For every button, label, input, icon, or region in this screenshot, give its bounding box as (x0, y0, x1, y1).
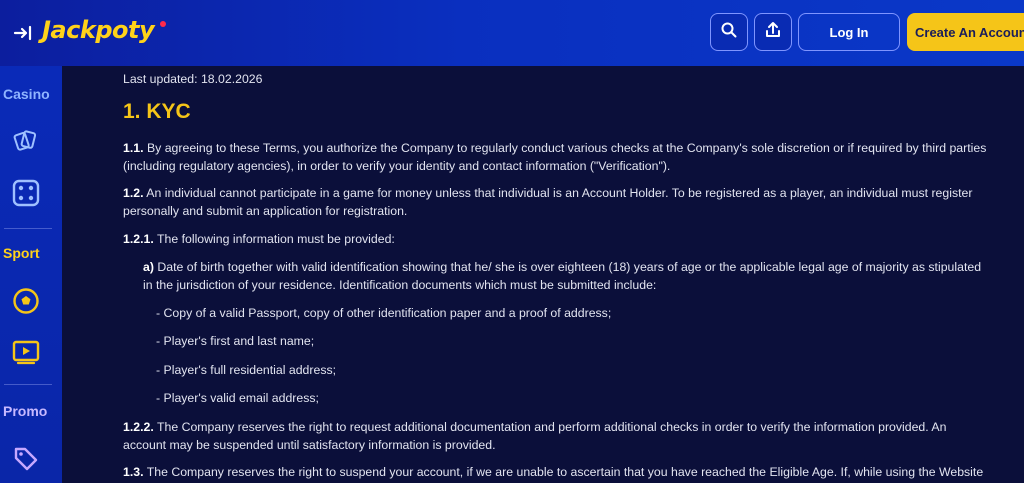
create-account-button[interactable]: Create An Account (907, 13, 1024, 51)
list-item: - Player's first and last name; (156, 334, 315, 348)
live-video-icon[interactable] (12, 338, 40, 366)
text-line: (including regulatory agencies), in orde… (123, 159, 671, 173)
paragraph-1-3: 1.3. The Company reserves the right to s… (123, 463, 1023, 481)
paragraph-1-2-1: 1.2.1. The following information must be… (123, 230, 395, 248)
list-item: - Player's full residential address; (156, 363, 337, 377)
logo-dot-icon (160, 21, 166, 27)
clause-number: 1.2. (123, 186, 144, 200)
login-button[interactable]: Log In (798, 13, 900, 51)
list-item: - Player's valid email address; (156, 391, 319, 405)
list-item: - Copy of a valid Passport, copy of othe… (156, 306, 612, 320)
clause-number: 1.3. (123, 465, 144, 479)
collapse-menu-icon[interactable] (12, 22, 34, 44)
paragraph-1-2: 1.2. An individual cannot participate in… (123, 184, 1023, 220)
clause-number: 1.2.1. (123, 232, 154, 246)
site-logo[interactable]: Jackpoty (42, 16, 155, 44)
clause-number: 1.2.2. (123, 420, 154, 434)
search-button[interactable] (710, 13, 748, 51)
item-a: a) Date of birth together with valid ide… (143, 258, 1023, 294)
sidebar-heading-casino[interactable]: Casino (3, 86, 50, 102)
soccer-ball-icon[interactable] (12, 287, 40, 315)
text-line: personally and submit an application for… (123, 204, 408, 218)
dice-icon[interactable] (12, 179, 40, 207)
sidebar-heading-promo[interactable]: Promo (3, 403, 47, 419)
clause-number: 1.1. (123, 141, 144, 155)
share-button[interactable] (754, 13, 792, 51)
terms-document: Last updated: 18.02.2026 1. KYC 1.1. By … (62, 66, 1024, 483)
text-line: in the jurisdiction of your residence. I… (143, 278, 657, 292)
last-updated: Last updated: 18.02.2026 (123, 72, 263, 86)
top-bar: Jackpoty Log In Create An Account (0, 0, 1024, 66)
section-title: 1. KYC (123, 100, 191, 123)
text-line: An individual cannot participate in a ga… (146, 186, 973, 200)
paragraph-1-2-2: 1.2.2. The Company reserves the right to… (123, 418, 1023, 454)
text-line: The Company reserves the right to suspen… (146, 465, 984, 479)
sidebar: Casino Sport Promo (0, 66, 62, 483)
tag-icon[interactable] (12, 445, 40, 473)
text-line: account may be suspended until satisfact… (123, 438, 496, 452)
sidebar-divider (4, 384, 52, 385)
text-line: The following information must be provid… (156, 232, 395, 246)
sidebar-heading-sport[interactable]: Sport (3, 245, 40, 261)
cards-icon[interactable] (12, 126, 40, 154)
paragraph-1-1: 1.1. By agreeing to these Terms, you aut… (123, 139, 1023, 175)
text-line: Date of birth together with valid identi… (157, 260, 982, 274)
share-icon (764, 21, 782, 44)
sidebar-divider (4, 228, 52, 229)
item-letter: a) (143, 260, 154, 274)
search-icon (720, 21, 738, 44)
text-line: The Company reserves the right to reques… (156, 420, 947, 434)
text-line: By agreeing to these Terms, you authoriz… (146, 141, 987, 155)
